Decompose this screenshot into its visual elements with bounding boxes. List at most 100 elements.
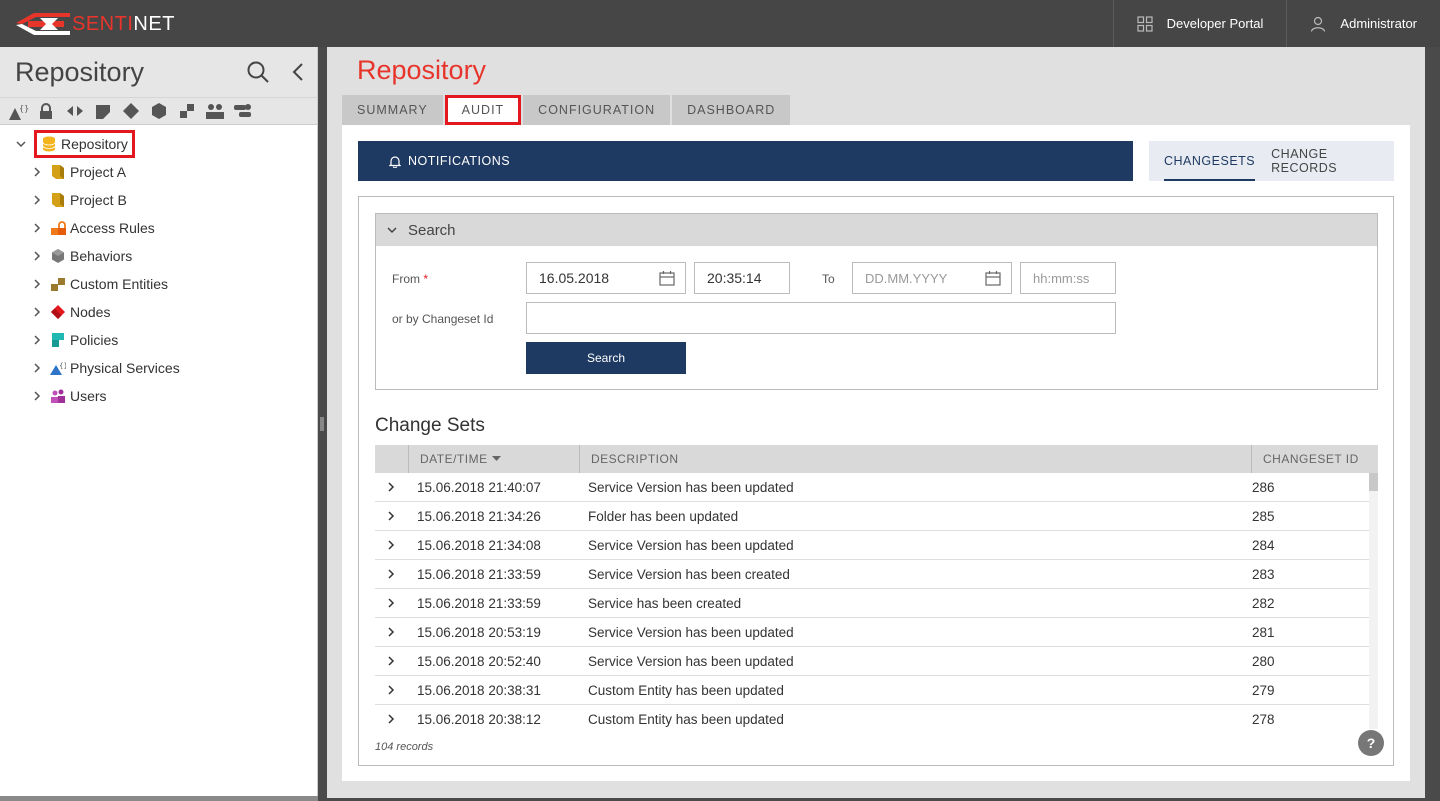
search-button[interactable]: Search xyxy=(526,342,686,374)
chevron-right-icon[interactable] xyxy=(30,305,44,319)
tree-item-label: Custom Entities xyxy=(70,276,169,292)
collapse-sidebar-icon[interactable] xyxy=(290,60,306,87)
chevron-right-icon[interactable] xyxy=(30,277,44,291)
row-datetime: 15.06.2018 21:33:59 xyxy=(417,566,541,582)
chevron-right-icon[interactable] xyxy=(30,333,44,347)
tree-item-project-a[interactable]: Project A xyxy=(30,158,317,186)
sentinet-logo[interactable]: SENTINET xyxy=(14,9,175,39)
tree-item-project-b[interactable]: Project B xyxy=(30,186,317,214)
project-icon xyxy=(50,164,66,180)
sidebar-splitter[interactable] xyxy=(318,47,327,801)
chevron-right-icon[interactable] xyxy=(375,560,408,589)
help-button[interactable]: ? xyxy=(1358,730,1384,756)
search-icon[interactable] xyxy=(246,60,270,87)
from-date-input[interactable]: 16.05.2018 xyxy=(526,262,686,294)
api-icon[interactable]: {} xyxy=(6,101,31,121)
changeset-id-header-label: CHANGESET ID xyxy=(1263,452,1359,466)
chevron-right-icon[interactable] xyxy=(375,647,408,676)
lock-icon[interactable] xyxy=(34,101,59,121)
tree-item-users[interactable]: Users xyxy=(30,382,317,410)
table-row[interactable]: 15.06.2018 21:40:07 Service Version has … xyxy=(375,473,1369,502)
chevron-right-icon[interactable] xyxy=(375,502,408,531)
tree-item-access-rules[interactable]: Access Rules xyxy=(30,214,317,242)
grid-body: 15.06.2018 21:40:07 Service Version has … xyxy=(375,473,1369,729)
chevron-right-icon[interactable] xyxy=(30,193,44,207)
calendar-icon[interactable] xyxy=(985,270,1001,289)
chevron-down-icon[interactable] xyxy=(14,137,28,151)
row-datetime: 15.06.2018 21:40:07 xyxy=(417,479,541,495)
search-panel-header[interactable]: Search xyxy=(376,214,1377,246)
changeset-id-input[interactable] xyxy=(526,302,1116,334)
grid-header: DATE/TIME DESCRIPTION CHANGESET ID xyxy=(375,445,1378,473)
tree-item-nodes[interactable]: Nodes xyxy=(30,298,317,326)
to-date-input[interactable]: DD.MM.YYYY xyxy=(852,262,1012,294)
from-time-input[interactable]: 20:35:14 xyxy=(694,262,790,294)
tree-root[interactable]: Repository xyxy=(14,130,317,158)
table-row[interactable]: 15.06.2018 20:53:19 Service Version has … xyxy=(375,618,1369,647)
chevron-right-icon[interactable] xyxy=(30,221,44,235)
node-icon[interactable] xyxy=(118,101,143,121)
required-mark: * xyxy=(423,272,429,286)
chevron-right-icon[interactable] xyxy=(375,705,408,730)
chevron-right-icon[interactable] xyxy=(30,361,44,375)
row-datetime: 15.06.2018 20:52:40 xyxy=(417,653,541,669)
table-row[interactable]: 15.06.2018 21:33:59 Service Version has … xyxy=(375,560,1369,589)
chevron-right-icon[interactable] xyxy=(375,473,408,502)
table-row[interactable]: 15.06.2018 21:34:08 Service Version has … xyxy=(375,531,1369,560)
chevron-right-icon[interactable] xyxy=(375,676,408,705)
folder-icon[interactable] xyxy=(90,101,115,121)
notifications-button[interactable]: NOTIFICATIONS xyxy=(358,141,1133,181)
chevron-right-icon[interactable] xyxy=(375,618,408,647)
policy-icon[interactable] xyxy=(230,101,255,121)
custom-entity-icon[interactable] xyxy=(174,101,199,121)
tab-configuration[interactable]: CONFIGURATION xyxy=(523,95,671,125)
logo-text-prefix: SENTI xyxy=(72,12,134,35)
grid-scrollbar[interactable] xyxy=(1369,473,1378,729)
chevron-right-icon[interactable] xyxy=(30,249,44,263)
main-content: Repository SUMMARY AUDIT CONFIGURATION D… xyxy=(327,47,1425,798)
row-changeset-id: 280 xyxy=(1252,653,1275,669)
tab-audit[interactable]: AUDIT xyxy=(444,95,522,125)
table-row[interactable]: 15.06.2018 20:38:31 Custom Entity has be… xyxy=(375,676,1369,705)
datetime-column-header[interactable]: DATE/TIME xyxy=(408,445,579,473)
top-bar: SENTINET Developer Portal Administrator xyxy=(0,0,1440,47)
tree-item-policies[interactable]: Policies xyxy=(30,326,317,354)
changeset-id-column-header[interactable]: CHANGESET ID xyxy=(1251,445,1378,473)
chevron-right-icon[interactable] xyxy=(30,389,44,403)
sidebar-toolbar: {} xyxy=(0,97,317,125)
table-row[interactable]: 15.06.2018 21:34:26 Folder has been upda… xyxy=(375,502,1369,531)
notifications-label: NOTIFICATIONS xyxy=(408,154,511,168)
table-row[interactable]: 15.06.2018 20:52:40 Service Version has … xyxy=(375,647,1369,676)
description-column-header[interactable]: DESCRIPTION xyxy=(579,445,1251,473)
services-icon[interactable] xyxy=(62,101,87,121)
row-datetime: 15.06.2018 21:33:59 xyxy=(417,595,541,611)
behaviors-icon xyxy=(50,248,66,264)
tree-item-label: Policies xyxy=(70,332,119,348)
developer-portal-link[interactable]: Developer Portal xyxy=(1112,0,1287,47)
tab-summary[interactable]: SUMMARY xyxy=(342,95,443,125)
table-row[interactable]: 15.06.2018 20:38:12 Custom Entity has be… xyxy=(375,705,1369,729)
subtab-changesets[interactable]: CHANGESETS xyxy=(1164,141,1256,181)
calendar-icon[interactable] xyxy=(659,270,675,289)
user-menu[interactable]: Administrator xyxy=(1286,0,1440,47)
chevron-right-icon[interactable] xyxy=(30,165,44,179)
users-icon[interactable] xyxy=(202,101,227,121)
row-description: Custom Entity has been updated xyxy=(588,682,784,698)
audit-subtabs: CHANGESETS CHANGE RECORDS xyxy=(1149,141,1394,181)
splitter-grip[interactable] xyxy=(320,417,324,431)
tree-item-physical-services[interactable]: {} Physical Services xyxy=(30,354,317,382)
tab-dashboard[interactable]: DASHBOARD xyxy=(672,95,791,125)
to-time-input[interactable]: hh:mm:ss xyxy=(1020,262,1116,294)
chevron-right-icon[interactable] xyxy=(375,589,408,618)
tree-item-behaviors[interactable]: Behaviors xyxy=(30,242,317,270)
changeset-id-label: or by Changeset Id xyxy=(392,312,494,326)
row-changeset-id: 279 xyxy=(1252,682,1275,698)
from-date-value: 16.05.2018 xyxy=(539,270,610,286)
table-row[interactable]: 15.06.2018 21:33:59 Service has been cre… xyxy=(375,589,1369,618)
bell-icon xyxy=(389,155,401,168)
tree-item-custom-entities[interactable]: Custom Entities xyxy=(30,270,317,298)
chevron-right-icon[interactable] xyxy=(375,531,408,560)
subtab-change-records[interactable]: CHANGE RECORDS xyxy=(1271,141,1378,181)
scrollbar-thumb[interactable] xyxy=(1369,473,1378,491)
behavior-icon[interactable] xyxy=(146,101,171,121)
